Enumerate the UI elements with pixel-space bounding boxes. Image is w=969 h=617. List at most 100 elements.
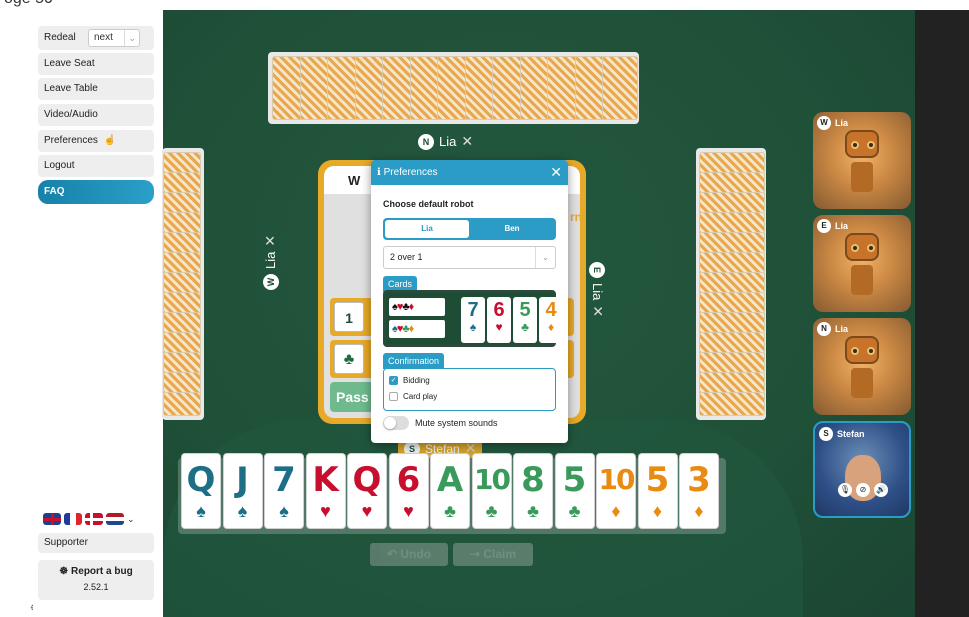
- leave-seat-button[interactable]: Leave Seat: [38, 53, 154, 75]
- bidding-system-select[interactable]: 2 over 1 ⌄: [383, 246, 556, 269]
- hand-card[interactable]: Q ♥: [347, 453, 387, 529]
- video-east-name: Lia: [835, 221, 849, 231]
- video-west-name: Lia: [835, 118, 849, 128]
- card-style-box: ♠♥♣♦ ♠♥♣♦ 7 ♠ 6 ♥ 5 ♣ 4 ♦: [383, 290, 563, 347]
- next-select[interactable]: next ⌄: [88, 29, 140, 47]
- video-tile-north: N Lia: [813, 318, 911, 415]
- video-controls: 🎙 ⊘ 🔊: [837, 483, 889, 497]
- top-strip: oge 50: [0, 0, 969, 10]
- video-south-name: Stefan: [837, 429, 865, 439]
- robot-option-lia[interactable]: Lia: [385, 220, 469, 238]
- version-label: 2.52.1: [83, 582, 109, 592]
- robot-toggle: Lia Ben: [383, 218, 556, 240]
- diamond-icon: ♦: [611, 501, 621, 521]
- west-dir-badge: W: [262, 274, 279, 290]
- card-rank: 10: [474, 463, 511, 496]
- hand-card[interactable]: 8 ♣: [513, 453, 553, 529]
- diamond-icon: ♦: [652, 501, 663, 521]
- logout-button[interactable]: Logout: [38, 155, 154, 177]
- hand-card[interactable]: A ♣: [430, 453, 470, 529]
- speaker-icon[interactable]: 🔊: [874, 483, 888, 497]
- card-rank: 6: [396, 460, 421, 500]
- video-audio-button[interactable]: Video/Audio: [38, 104, 154, 126]
- hand-card[interactable]: 3 ♦: [679, 453, 719, 529]
- bidding-checkbox-label: Bidding: [403, 376, 430, 385]
- north-seat-label: N Lia ✕: [418, 133, 473, 150]
- card-rank: K: [312, 460, 339, 500]
- card-rank: A: [436, 460, 464, 500]
- hand-card[interactable]: 10 ♦: [596, 453, 636, 529]
- suit-style-option-classic[interactable]: ♠♥♣♦: [389, 298, 445, 316]
- uk-flag-icon[interactable]: [43, 513, 61, 525]
- france-flag-icon[interactable]: [64, 513, 82, 525]
- report-bug-label: Report a bug: [71, 566, 133, 577]
- leave-table-button[interactable]: Leave Table: [38, 78, 154, 100]
- east-player-name: Lia: [590, 283, 605, 301]
- diamond-icon: ♦: [694, 501, 704, 521]
- undo-button[interactable]: ↶ Undo: [370, 543, 448, 566]
- claim-button[interactable]: ⇢ Claim: [453, 543, 533, 566]
- cardplay-checkbox[interactable]: [389, 392, 398, 401]
- east-close-icon[interactable]: ✕: [589, 305, 606, 317]
- report-bug-button[interactable]: ☸ Report a bug: [38, 566, 154, 577]
- mic-muted-icon[interactable]: 🎙: [838, 483, 852, 497]
- preferences-modal: ℹ Preferences ✕ Choose default robot Lia…: [371, 160, 568, 443]
- preview-card: 6 ♥: [487, 297, 511, 343]
- bid-level-1[interactable]: 1: [334, 302, 364, 332]
- next-select-value: next: [94, 32, 113, 43]
- preferences-button[interactable]: Preferences ☝: [38, 130, 154, 152]
- camera-off-icon[interactable]: ⊘: [856, 483, 870, 497]
- bidding-checkbox[interactable]: ✓: [389, 376, 398, 385]
- supporter-button[interactable]: Supporter: [38, 533, 154, 553]
- north-dir-badge: N: [418, 133, 434, 150]
- video-tile-west: W Lia: [813, 112, 911, 209]
- robot-option-ben[interactable]: Ben: [470, 220, 554, 238]
- language-chevron-icon[interactable]: ⌄: [127, 514, 135, 525]
- confirmation-tab: Confirmation: [383, 353, 445, 369]
- hand-card[interactable]: J ♠: [222, 453, 263, 529]
- preferences-label: Preferences: [44, 135, 98, 146]
- cardplay-checkbox-row[interactable]: Card play: [389, 392, 437, 401]
- club-icon: ♣: [568, 501, 581, 521]
- diamond-icon: ♦: [408, 323, 415, 335]
- hand-card[interactable]: 5 ♣: [554, 453, 595, 529]
- robot-body: [851, 368, 873, 398]
- card-rank: 7: [272, 460, 296, 500]
- diamond-icon: ♦: [547, 320, 555, 334]
- hand-cursor-icon: ☝: [103, 135, 117, 146]
- robot-avatar: [845, 233, 879, 261]
- west-close-icon[interactable]: ✕: [262, 235, 279, 247]
- sidebar-edge: ☸: [0, 10, 39, 617]
- robot-avatar: [845, 130, 879, 158]
- hand-card[interactable]: 5 ♦: [637, 453, 678, 529]
- card-back: [163, 392, 201, 416]
- card-rank: 5: [645, 460, 670, 500]
- bidding-checkbox-row[interactable]: ✓ Bidding: [389, 376, 430, 385]
- mute-toggle[interactable]: [383, 416, 409, 430]
- right-black-bar: [915, 10, 969, 617]
- card-rank: 5: [562, 460, 587, 500]
- hand-card[interactable]: 10 ♣: [471, 453, 512, 529]
- north-player-name: Lia: [439, 134, 457, 149]
- denmark-flag-icon[interactable]: [85, 513, 103, 525]
- close-icon[interactable]: ✕: [550, 160, 562, 185]
- heart-icon: ♥: [361, 501, 373, 521]
- hand-card[interactable]: 6 ♥: [388, 453, 429, 529]
- faq-button[interactable]: FAQ: [38, 180, 154, 204]
- north-close-icon[interactable]: ✕: [461, 133, 473, 150]
- modal-title: Preferences: [383, 167, 438, 178]
- hand-card[interactable]: Q ♠: [181, 453, 221, 529]
- redeal-button[interactable]: Redeal: [44, 26, 76, 50]
- claim-label: Claim: [483, 547, 517, 561]
- report-bug-box: ☸ Report a bug 2.52.1: [38, 560, 154, 600]
- netherlands-flag-icon[interactable]: [106, 513, 124, 525]
- hand-card[interactable]: 7 ♠: [264, 453, 304, 529]
- video-tile-south: S Stefan 🎙 ⊘ 🔊: [813, 421, 911, 518]
- preview-card-rank: 7: [467, 299, 479, 321]
- club-icon: ♣: [444, 501, 456, 521]
- bid-club[interactable]: ♣: [334, 344, 364, 374]
- hand-card[interactable]: K ♥: [305, 453, 346, 529]
- card-rank: J: [236, 460, 249, 500]
- east-seat-label: E Lia ✕: [589, 262, 606, 317]
- suit-style-option-four-color[interactable]: ♠♥♣♦: [389, 320, 445, 338]
